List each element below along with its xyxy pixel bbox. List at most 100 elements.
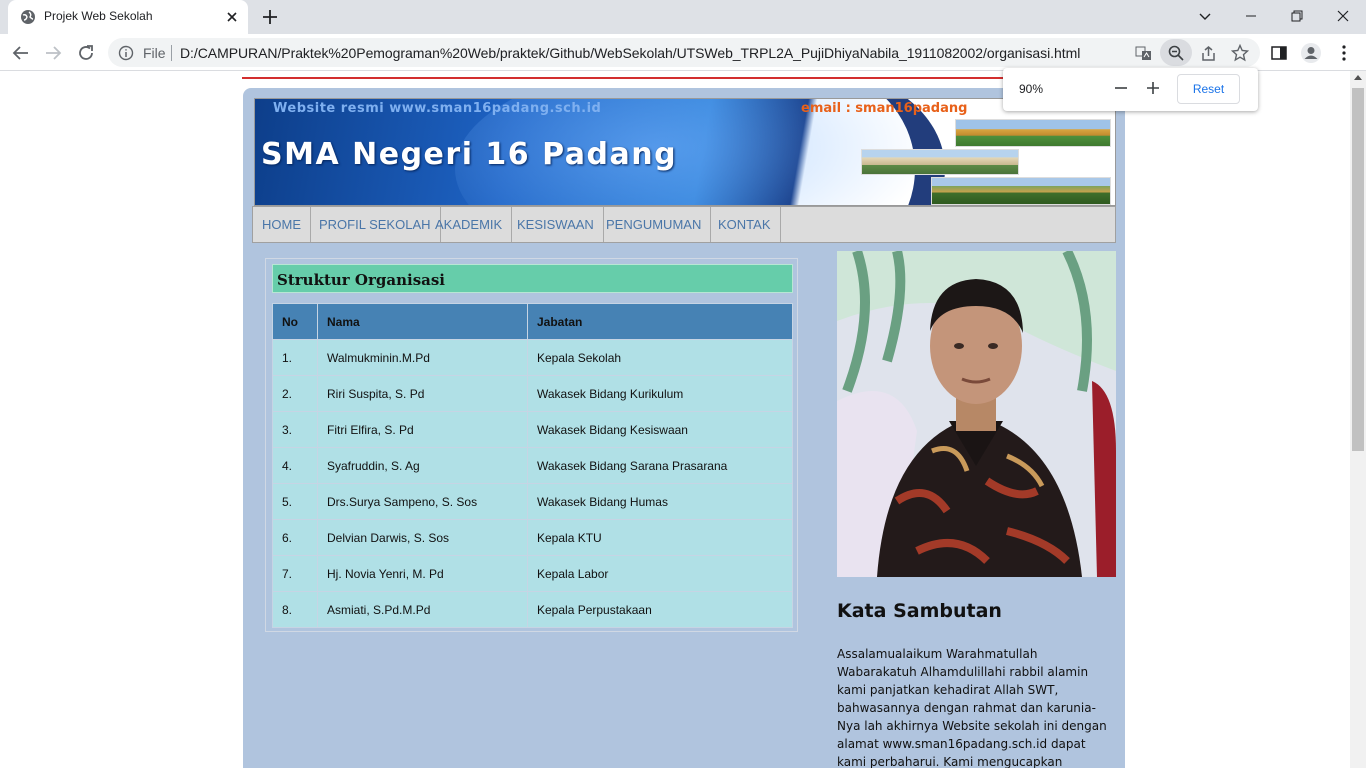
nav-pengumuman[interactable]: PENGUMUMAN (597, 207, 712, 242)
profile-button[interactable] (1298, 40, 1324, 66)
restore-icon (1291, 10, 1303, 22)
principal-portrait-illustration (837, 251, 1116, 577)
table-row: 2. Riri Suspita, S. Pd Wakasek Bidang Ku… (272, 375, 793, 412)
zoom-decrease-button[interactable] (1111, 78, 1131, 98)
browser-tab-strip: Projek Web Sekolah (0, 0, 1366, 34)
nav-profil-sekolah[interactable]: PROFIL SEKOLAH (310, 207, 441, 242)
forward-button[interactable] (40, 40, 66, 66)
arrow-left-icon (12, 46, 28, 60)
nav-kontak[interactable]: KONTAK (709, 207, 781, 242)
translate-icon (1135, 46, 1151, 60)
close-tab-icon[interactable] (222, 7, 242, 27)
page-viewport: Website resmi www.sman16padang.sch.id SM… (0, 71, 1350, 768)
chevron-down-icon (1199, 13, 1211, 20)
share-button[interactable] (1198, 43, 1218, 63)
url-text[interactable]: D:/CAMPURAN/Praktek%20Pemograman%20Web/p… (180, 45, 1080, 61)
zoom-out-icon (1168, 45, 1184, 61)
cell-jabatan: Kepala KTU (527, 519, 793, 556)
arrow-right-icon (46, 46, 62, 60)
reload-icon (79, 45, 93, 60)
page-container: Website resmi www.sman16padang.sch.id SM… (243, 88, 1125, 768)
zoom-popup: 90% Reset (1003, 68, 1258, 111)
cell-jabatan: Kepala Sekolah (527, 339, 793, 376)
cell-no: 8. (272, 591, 318, 628)
cell-jabatan: Wakasek Bidang Kesiswaan (527, 411, 793, 448)
side-panel-button[interactable] (1266, 40, 1292, 66)
tab-title: Projek Web Sekolah (44, 9, 153, 23)
banner-website-text: Website resmi www.sman16padang.sch.id (273, 101, 602, 116)
star-icon (1231, 44, 1249, 62)
table-row: 1. Walmukminin.M.Pd Kepala Sekolah (272, 339, 793, 376)
minus-icon (1115, 87, 1127, 89)
menu-button[interactable] (1331, 40, 1357, 66)
cell-jabatan: Wakasek Bidang Humas (527, 483, 793, 520)
cell-nama: Drs.Surya Sampeno, S. Sos (317, 483, 528, 520)
table-row: 4. Syafruddin, S. Ag Wakasek Bidang Sara… (272, 447, 793, 484)
back-button[interactable] (8, 40, 34, 66)
org-heading: Struktur Organisasi (272, 264, 793, 293)
cell-no: 4. (272, 447, 318, 484)
bookmark-button[interactable] (1230, 43, 1250, 63)
banner-school-photo-1 (955, 119, 1111, 147)
scroll-up-arrow-icon[interactable] (1354, 75, 1362, 80)
sidebar-welcome-text: Assalamualaikum Warahmatullah Wabarakatu… (837, 647, 1107, 768)
cell-jabatan: Wakasek Bidang Kurikulum (527, 375, 793, 412)
table-row: 3. Fitri Elfira, S. Pd Wakasek Bidang Ke… (272, 411, 793, 448)
cell-no: 2. (272, 375, 318, 412)
close-icon (1337, 10, 1349, 22)
reload-button[interactable] (73, 40, 99, 66)
side-panel-icon (1271, 46, 1287, 60)
minimize-icon (1246, 15, 1256, 17)
cell-no: 7. (272, 555, 318, 592)
cell-jabatan: Wakasek Bidang Sarana Prasarana (527, 447, 793, 484)
cell-nama: Fitri Elfira, S. Pd (317, 411, 528, 448)
main-nav: HOME PROFIL SEKOLAH AKADEMIK KESISWAAN P… (252, 206, 1116, 243)
new-tab-icon[interactable] (258, 5, 282, 29)
cell-nama: Asmiati, S.Pd.M.Pd (317, 591, 528, 628)
cell-jabatan: Kepala Perpustakaan (527, 591, 793, 628)
restore-button[interactable] (1274, 2, 1320, 30)
browser-tab[interactable]: Projek Web Sekolah (8, 0, 248, 34)
globe-icon (21, 10, 35, 24)
table-row: 5. Drs.Surya Sampeno, S. Sos Wakasek Bid… (272, 483, 793, 520)
cell-no: 1. (272, 339, 318, 376)
nav-home[interactable]: HOME (253, 207, 311, 242)
translate-button[interactable] (1133, 43, 1153, 63)
close-window-button[interactable] (1320, 2, 1366, 30)
banner-title: SMA Negeri 16 Padang (261, 137, 678, 172)
cell-nama: Riri Suspita, S. Pd (317, 375, 528, 412)
zoom-value: 90% (1019, 82, 1044, 96)
more-vertical-icon (1342, 45, 1346, 61)
table-header-row: No Nama Jabatan (272, 303, 793, 340)
table-row: 8. Asmiati, S.Pd.M.Pd Kepala Perpustakaa… (272, 591, 793, 628)
zoom-increase-button[interactable] (1143, 78, 1163, 98)
principal-photo (837, 251, 1116, 577)
cell-no: 3. (272, 411, 318, 448)
school-banner: Website resmi www.sman16padang.sch.id SM… (254, 98, 1116, 206)
address-bar[interactable]: File D:/CAMPURAN/Praktek%20Pemograman%20… (108, 38, 1260, 67)
banner-school-photo-3 (931, 177, 1111, 205)
cell-nama: Walmukminin.M.Pd (317, 339, 528, 376)
scroll-thumb[interactable] (1352, 88, 1364, 451)
table-row: 7. Hj. Novia Yenri, M. Pd Kepala Labor (272, 555, 793, 592)
nav-akademik[interactable]: AKADEMIK (426, 207, 513, 242)
page-scrollbar[interactable] (1350, 71, 1366, 768)
cell-nama: Hj. Novia Yenri, M. Pd (317, 555, 528, 592)
nav-kesiswaan[interactable]: KESISWAAN (508, 207, 604, 242)
top-rule (242, 77, 1125, 79)
org-table: No Nama Jabatan 1. Walmukminin.M.Pd Kepa… (272, 303, 793, 628)
minimize-button[interactable] (1228, 2, 1274, 30)
banner-email-text: email : sman16padang (801, 101, 968, 116)
column-header-nama: Nama (317, 303, 528, 340)
cell-no: 5. (272, 483, 318, 520)
info-icon[interactable] (118, 45, 134, 61)
url-separator (171, 45, 172, 61)
cell-jabatan: Kepala Labor (527, 555, 793, 592)
zoom-indicator-button[interactable] (1160, 39, 1192, 66)
org-structure-card: Struktur Organisasi No Nama Jabatan 1. W… (265, 258, 798, 632)
tab-search-button[interactable] (1182, 2, 1228, 30)
avatar-icon (1301, 43, 1321, 63)
zoom-reset-button[interactable]: Reset (1177, 74, 1240, 104)
share-icon (1201, 45, 1215, 61)
browser-toolbar: File D:/CAMPURAN/Praktek%20Pemograman%20… (0, 34, 1366, 71)
